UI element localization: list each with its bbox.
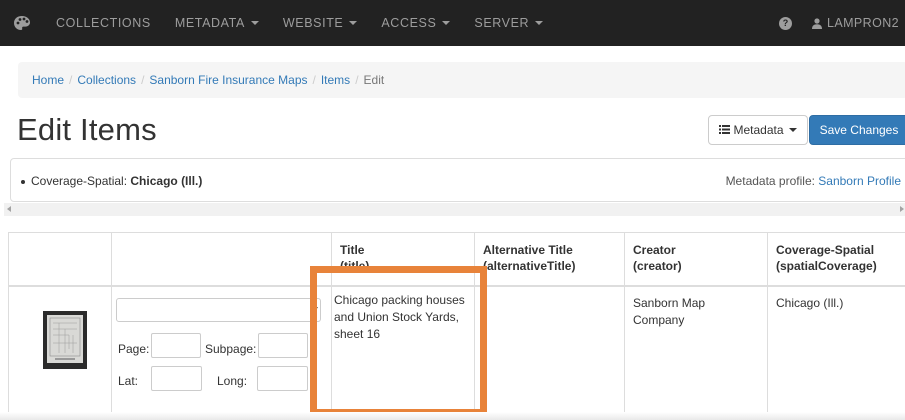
nav-collections[interactable]: COLLECTIONS [44, 0, 163, 46]
page-label: Page: [118, 342, 150, 356]
nav-right: ? LAMPRON2 [779, 0, 905, 46]
user-icon [812, 17, 823, 29]
column-header-label: Creator [633, 243, 676, 257]
caret-down-icon [250, 21, 259, 25]
metadata-profile: Metadata profile: Sanborn Profile [726, 174, 901, 188]
breadcrumb-collection[interactable]: Sanborn Fire Insurance Maps [149, 73, 307, 87]
breadcrumb-separator: / [312, 73, 316, 87]
horizontal-scrollbar[interactable] [4, 203, 905, 216]
nav-access[interactable]: ACCESS [369, 0, 462, 46]
column-header-label: Alternative Title [483, 243, 573, 257]
scroll-left-icon[interactable] [7, 206, 11, 212]
highlight-annotation [310, 266, 487, 416]
metadata-dropdown-button[interactable]: Metadata [708, 115, 808, 145]
caret-down-icon [349, 21, 358, 25]
metadata-profile-link[interactable]: Sanborn Profile [818, 174, 901, 188]
lat-input[interactable] [151, 366, 202, 391]
palette-icon[interactable] [0, 0, 44, 46]
nav-server-label: SERVER [474, 16, 530, 30]
item-select[interactable] [116, 298, 321, 322]
nav-access-label: ACCESS [381, 16, 437, 30]
nav-website[interactable]: WEBSITE [271, 0, 369, 46]
column-header-alternative-title: Alternative Title (alternativeTitle) [474, 232, 625, 287]
breadcrumb-home[interactable]: Home [32, 73, 64, 87]
column-header-label: Coverage-Spatial [776, 243, 875, 257]
caret-down-icon [535, 21, 544, 25]
nav-server[interactable]: SERVER [462, 0, 555, 46]
metadata-button-label: Metadata [733, 123, 784, 137]
breadcrumb-items[interactable]: Items [321, 73, 350, 87]
nav-metadata-label: METADATA [174, 16, 245, 30]
list-icon [719, 123, 731, 137]
bottom-edge [0, 412, 905, 420]
creator-cell[interactable]: Sanborn Map Company [624, 285, 768, 416]
filter-field-value: Chicago (Ill.) [130, 174, 203, 188]
caret-down-icon [442, 21, 451, 25]
breadcrumb-separator: / [355, 73, 359, 87]
lat-label: Lat: [118, 374, 139, 388]
user-name: LAMPRON2 [827, 16, 899, 30]
breadcrumb-current: Edit [363, 73, 385, 87]
column-header-coverage-spatial: Coverage-Spatial (spatialCoverage) [767, 232, 905, 287]
filter-field-label: Coverage-Spatial: [31, 174, 131, 188]
breadcrumb-separator: / [141, 73, 145, 87]
breadcrumb-collections[interactable]: Collections [77, 73, 136, 87]
subpage-input[interactable] [258, 333, 308, 358]
bullet [21, 179, 25, 184]
long-label: Long: [217, 374, 248, 388]
metadata-profile-label: Metadata profile: [725, 174, 819, 188]
column-header-controls [111, 232, 332, 287]
column-header-key: (alternativeTitle) [483, 259, 576, 273]
alternative-title-cell[interactable] [474, 285, 625, 416]
column-header-label: Title [340, 243, 365, 257]
column-header-key: (spatialCoverage) [776, 259, 877, 273]
question-circle-icon[interactable]: ? [779, 16, 793, 30]
filter-summary: Coverage-Spatial: Chicago (Ill.) [21, 174, 202, 188]
user-menu[interactable]: LAMPRON2 [812, 16, 905, 30]
save-changes-button[interactable]: Save Changes [809, 115, 905, 145]
map-thumbnail-image [47, 315, 83, 363]
caret-down-icon [788, 128, 797, 132]
info-panel: Coverage-Spatial: Chicago (Ill.) Metadat… [10, 158, 905, 202]
breadcrumb-separator: / [69, 73, 73, 87]
coverage-spatial-cell[interactable]: Chicago (Ill.) [767, 285, 905, 416]
page-input[interactable] [151, 333, 201, 358]
scroll-right-icon[interactable] [900, 206, 904, 212]
breadcrumb: Home / Collections / Sanborn Fire Insura… [18, 62, 905, 98]
top-navbar: COLLECTIONS METADATA WEBSITE ACCESS SERV… [0, 0, 905, 46]
column-header-thumbnail [8, 232, 112, 287]
nav-metadata[interactable]: METADATA [163, 0, 271, 46]
item-thumbnail[interactable] [43, 311, 87, 369]
nav-website-label: WEBSITE [282, 16, 344, 30]
long-input[interactable] [257, 366, 308, 391]
subpage-label: Subpage: [205, 342, 257, 356]
column-header-creator: Creator (creator) [624, 232, 768, 287]
page-title: Edit Items [17, 112, 157, 147]
column-header-key: (creator) [633, 259, 682, 273]
nav-collections-label: COLLECTIONS [56, 16, 151, 30]
